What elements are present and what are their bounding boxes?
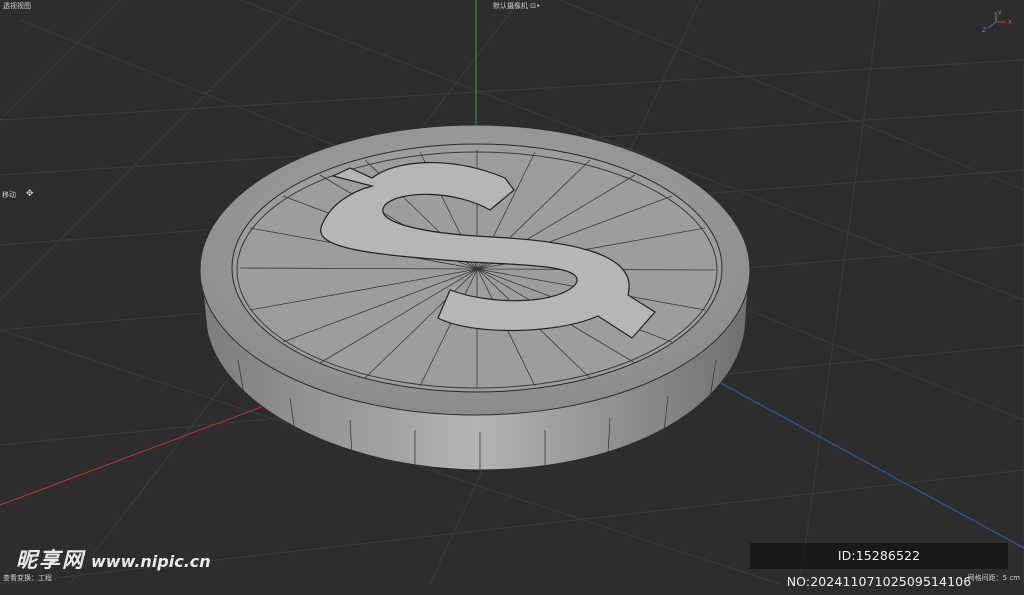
watermark-site: www.nipic.cn <box>91 552 211 571</box>
axis-gizmo: X Y Z <box>982 10 1012 34</box>
svg-text:Z: Z <box>982 27 986 34</box>
scene-canvas[interactable]: X Y Z <box>0 0 1024 584</box>
view-name-label[interactable]: 透视视图 <box>3 2 31 11</box>
coin-model <box>199 124 751 471</box>
move-icon: ✥ <box>26 189 34 199</box>
grid-spacing-status: 网格间距：5 cm <box>967 574 1020 582</box>
svg-text:Y: Y <box>997 10 1002 17</box>
camera-menu[interactable]: 默认摄像机·⊡• <box>493 2 540 11</box>
view-transform-status: 查看变换：工程 <box>3 574 52 582</box>
active-tool-label: 移动 <box>2 191 16 199</box>
image-id-badge: ID:15286522 NO:20241107102509514106 <box>750 543 1008 589</box>
3d-viewport[interactable]: X Y Z 透视视图 默认摄像机·⊡• 移动 ✥ 查看变换：工程 网格间距：5 … <box>0 0 1024 589</box>
svg-text:X: X <box>1008 19 1012 26</box>
watermark-logo: 昵享网 www.nipic.cn <box>16 544 211 574</box>
watermark-brand: 昵享网 <box>16 548 85 572</box>
